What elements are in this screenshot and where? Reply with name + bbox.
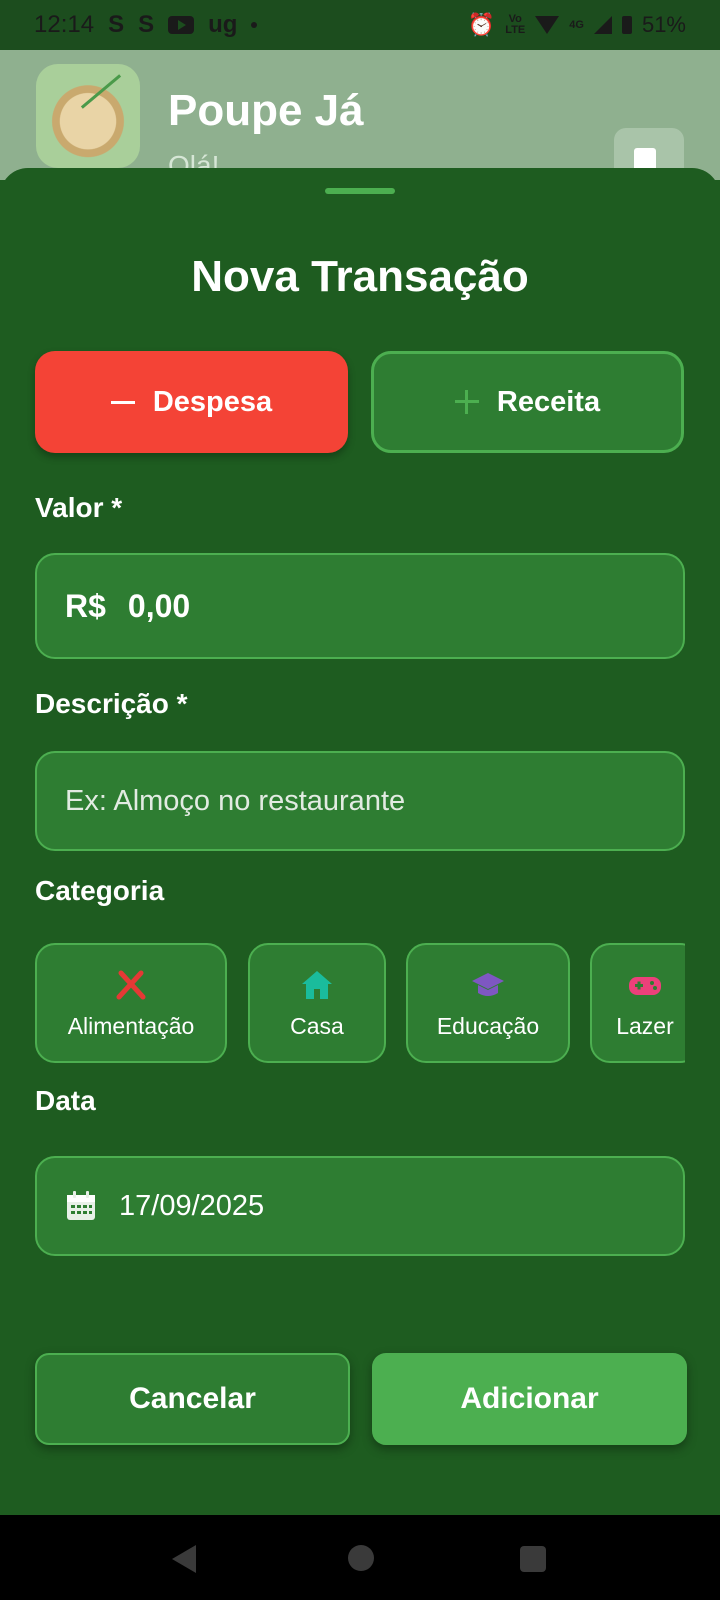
description-input[interactable]: Ex: Almoço no restaurante: [35, 751, 685, 851]
status-time: 12:14: [34, 11, 95, 38]
description-label: Descrição *: [35, 688, 188, 719]
category-alimentacao[interactable]: Alimentação: [35, 943, 227, 1063]
battery-icon: [621, 16, 632, 34]
category-educacao[interactable]: Educação: [406, 943, 570, 1063]
home-icon[interactable]: [348, 1545, 374, 1571]
category-lazer[interactable]: Lazer: [590, 943, 685, 1063]
utensils-icon: [116, 970, 146, 999]
system-navigation-bar: [0, 1515, 720, 1600]
new-transaction-sheet: Nova Transação Despesa Receita Valor * R…: [0, 168, 720, 1515]
minus-icon: [110, 400, 135, 404]
category-label-alimentacao: Alimentação: [67, 1012, 195, 1039]
notification-s-icon: S: [108, 11, 125, 38]
category-label-casa: Casa: [290, 1012, 344, 1039]
category-label-educacao: Educação: [436, 1012, 540, 1039]
description-placeholder: Ex: Almoço no restaurante: [65, 784, 406, 817]
app-logo: [36, 64, 140, 168]
calendar-icon: [67, 1191, 95, 1220]
value-input[interactable]: R$ 0,00: [35, 553, 685, 659]
value-label: Valor *: [35, 492, 123, 523]
battery-level: 51%: [641, 12, 686, 37]
category-label: Categoria: [35, 875, 165, 906]
wifi-icon: [535, 16, 560, 34]
category-casa[interactable]: Casa: [248, 943, 386, 1063]
alarm-icon: ⏰: [467, 12, 496, 37]
volte-icon: Vo LTE: [505, 13, 526, 36]
gamepad-icon: [629, 976, 661, 995]
notification-app-label: ug: [208, 11, 238, 38]
amount-value: 0,00: [127, 587, 191, 624]
more-notifications-dot: [251, 22, 258, 28]
network-type: 4G: [569, 18, 584, 31]
category-label-lazer: Lazer: [616, 1012, 674, 1039]
notification-s-icon-2: S: [138, 11, 155, 38]
currency-symbol: R$: [65, 587, 106, 624]
graduation-cap-icon: [472, 972, 504, 996]
income-type-label: Receita: [496, 385, 601, 418]
youtube-icon: [168, 16, 195, 34]
date-value: 17/09/2025: [119, 1189, 265, 1222]
signal-icon: [593, 16, 612, 34]
expense-type-label: Despesa: [152, 385, 273, 418]
back-icon[interactable]: [172, 1545, 196, 1573]
income-type-button[interactable]: Receita: [371, 351, 684, 453]
app-title: Poupe Já: [168, 86, 364, 135]
category-list[interactable]: Alimentação Casa Educação Lazer: [35, 943, 685, 1065]
status-bar: 12:14 S S ug ⏰ Vo LTE 4G 51%: [0, 0, 720, 50]
add-button[interactable]: Adicionar: [372, 1353, 687, 1445]
plus-icon: [454, 390, 479, 414]
house-icon: [302, 970, 332, 999]
sheet-title: Nova Transação: [191, 252, 529, 301]
cancel-button[interactable]: Cancelar: [35, 1353, 350, 1445]
date-input[interactable]: 17/09/2025: [35, 1156, 685, 1256]
recent-apps-icon[interactable]: [520, 1546, 546, 1572]
sheet-drag-handle[interactable]: [325, 188, 395, 194]
date-label: Data: [35, 1085, 96, 1116]
expense-type-button[interactable]: Despesa: [35, 351, 348, 453]
